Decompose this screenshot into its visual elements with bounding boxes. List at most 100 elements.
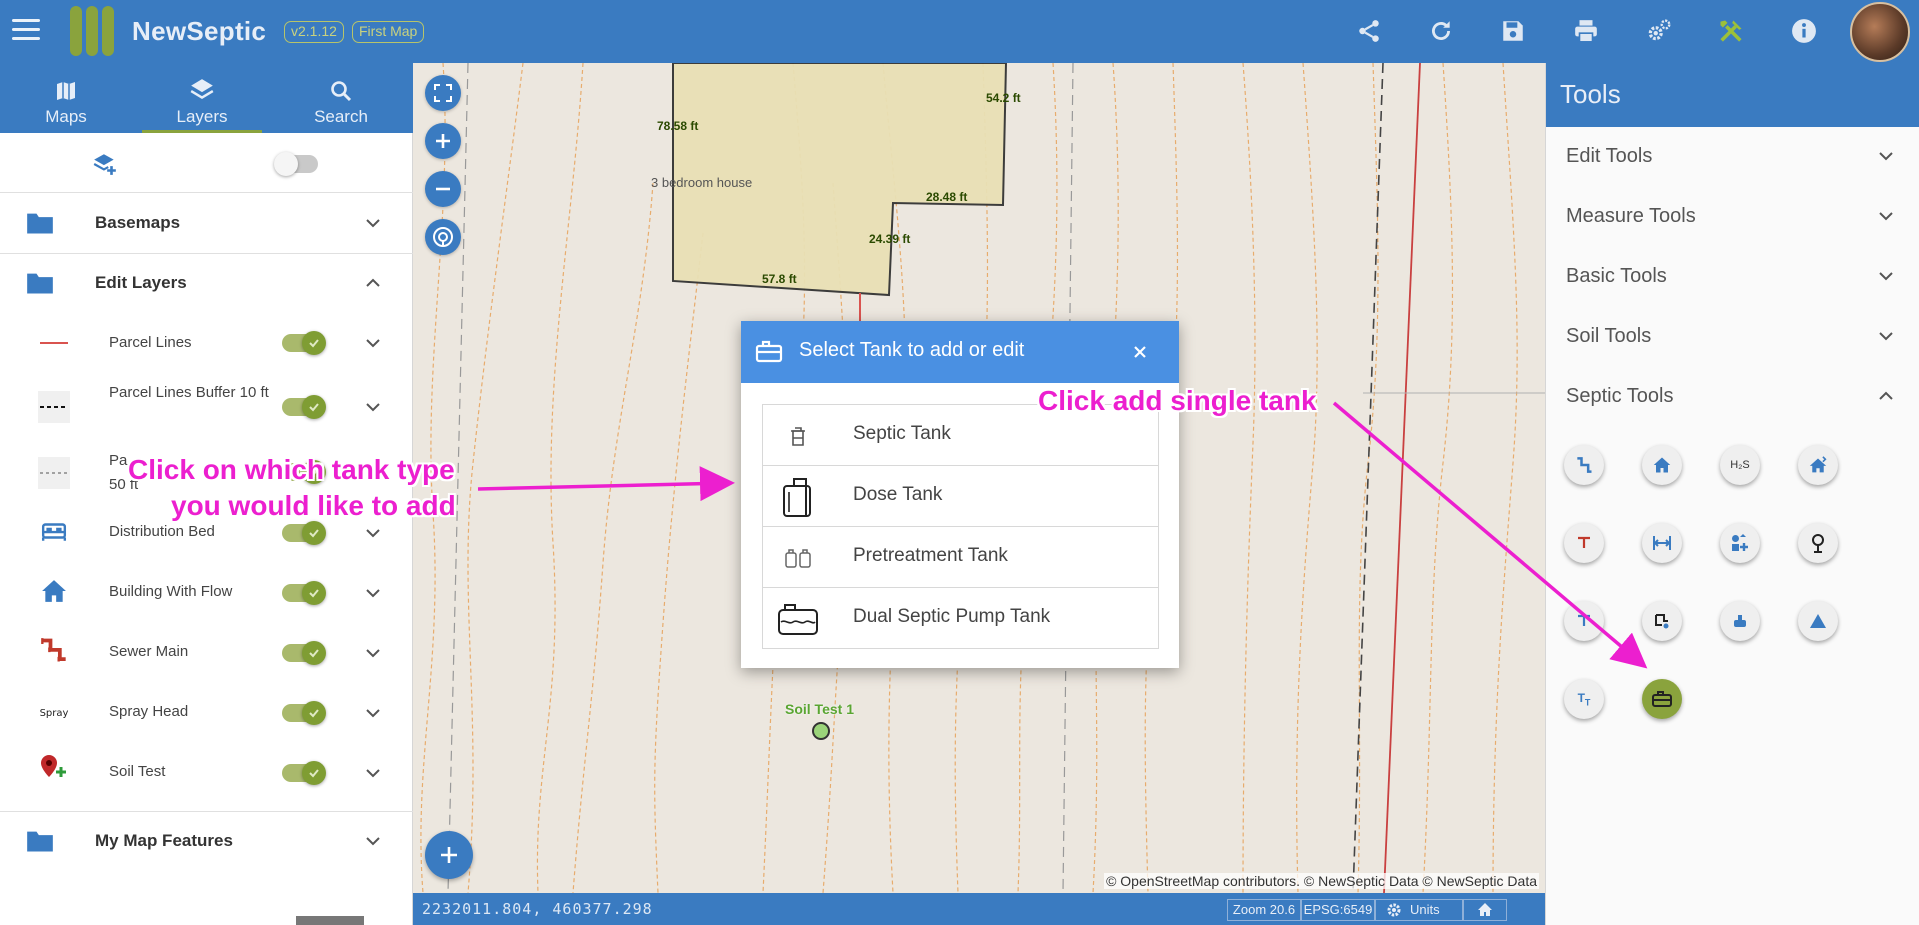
chevron-up-icon[interactable] xyxy=(364,274,382,292)
layer-visibility-toggle[interactable] xyxy=(282,701,326,725)
units-button[interactable]: Units xyxy=(1375,899,1463,921)
dimension-label: 28.48 ft xyxy=(926,190,968,204)
distance-tool-button[interactable] xyxy=(1642,523,1682,563)
tank-riser-icon xyxy=(1734,615,1746,627)
fullscreen-button[interactable] xyxy=(425,75,461,111)
text-size-tool-button[interactable]: TT xyxy=(1564,679,1604,719)
chevron-down-icon[interactable] xyxy=(364,644,382,662)
layer-soil-test: Soil Test xyxy=(0,743,413,803)
scrollbar-thumb[interactable] xyxy=(296,916,364,925)
zoom-out-button[interactable] xyxy=(425,171,461,207)
tank-option-dose[interactable]: Dose Tank xyxy=(763,466,1158,527)
chevron-up-icon xyxy=(1879,391,1893,400)
section-soil-tools[interactable]: Soil Tools xyxy=(1546,307,1919,367)
layer-visibility-toggle[interactable] xyxy=(282,641,326,665)
layer-visibility-toggle[interactable] xyxy=(282,331,326,355)
building-label: 3 bedroom house xyxy=(651,175,753,190)
pump-tool-button[interactable] xyxy=(1798,523,1838,563)
sewer-pipe-tool-button[interactable] xyxy=(1564,445,1604,485)
share-icon[interactable] xyxy=(1353,15,1385,47)
section-basic-tools[interactable]: Basic Tools xyxy=(1546,247,1919,307)
chevron-down-icon[interactable] xyxy=(364,398,382,416)
buffer-line-icon xyxy=(38,457,70,489)
tank-option-dual-septic-pump[interactable]: Dual Septic Pump Tank xyxy=(763,588,1158,648)
settings-icon[interactable] xyxy=(1643,15,1675,47)
group-basemaps[interactable]: Basemaps xyxy=(0,193,413,253)
dual-septic-pump-tank-icon xyxy=(777,598,819,640)
map-name-badge[interactable]: First Map xyxy=(352,21,425,43)
chevron-down-icon[interactable] xyxy=(364,704,382,722)
help-icon[interactable] xyxy=(425,219,461,255)
soil-test-icon xyxy=(38,753,70,785)
chevron-down-icon[interactable] xyxy=(364,334,382,352)
layer-visibility-toggle[interactable] xyxy=(282,521,326,545)
select-tank-dialog: Select Tank to add or edit Septic Tank D… xyxy=(741,321,1179,668)
menu-icon[interactable] xyxy=(12,19,40,43)
tab-maps[interactable]: Maps xyxy=(6,63,126,133)
building-icon xyxy=(1653,457,1671,473)
left-tabs: Maps Layers Search xyxy=(0,63,413,133)
tools-header: Tools xyxy=(1546,63,1919,127)
folder-icon xyxy=(24,207,56,239)
tank-riser-tool-button[interactable] xyxy=(1720,601,1760,641)
chevron-down-icon[interactable] xyxy=(364,214,382,232)
add-feature-button[interactable] xyxy=(425,831,473,879)
layer-visibility-toggle[interactable] xyxy=(282,395,326,419)
house-icon xyxy=(38,575,70,607)
tee-tool-button[interactable] xyxy=(1564,523,1604,563)
section-measure-tools[interactable]: Measure Tools xyxy=(1546,187,1919,247)
section-edit-tools[interactable]: Edit Tools xyxy=(1546,127,1919,187)
chevron-down-icon xyxy=(1879,332,1893,341)
group-edit-layers[interactable]: Edit Layers xyxy=(0,253,413,313)
close-icon xyxy=(1134,346,1146,358)
h2s-tool-button[interactable]: H₂S xyxy=(1720,445,1760,485)
save-icon[interactable] xyxy=(1497,15,1529,47)
layer-parcel-lines: Parcel Lines xyxy=(0,313,413,373)
section-label: Septic Tools xyxy=(1566,385,1674,407)
triangle-icon xyxy=(1810,614,1826,628)
coordinates-readout: 2232011.804, 460377.298 xyxy=(422,900,653,918)
add-layer-icon[interactable] xyxy=(92,151,118,182)
chevron-down-icon[interactable] xyxy=(364,584,382,602)
layer-label: Building With Flow xyxy=(109,583,233,600)
shapes-add-tool-button[interactable] xyxy=(1720,523,1760,563)
avatar[interactable] xyxy=(1850,2,1910,62)
tab-search[interactable]: Search xyxy=(281,63,401,133)
print-icon[interactable] xyxy=(1570,15,1602,47)
pump-vault-tool-button[interactable] xyxy=(1642,601,1682,641)
chevron-down-icon xyxy=(1879,212,1893,221)
flow-tool-button[interactable] xyxy=(1798,445,1838,485)
zoom-in-button[interactable] xyxy=(425,123,461,159)
annotation-text: you would like to add xyxy=(171,490,456,521)
folder-icon xyxy=(24,267,56,299)
tank-option-pretreatment[interactable]: Pretreatment Tank xyxy=(763,527,1158,588)
close-button[interactable] xyxy=(1127,339,1153,365)
triangle-tool-button[interactable] xyxy=(1798,601,1838,641)
tab-layers[interactable]: Layers xyxy=(142,63,262,133)
building-tool-button[interactable] xyxy=(1642,445,1682,485)
info-icon[interactable] xyxy=(1788,15,1820,47)
layer-label: Parcel Lines xyxy=(109,334,192,351)
home-button[interactable] xyxy=(1463,899,1507,921)
group-my-map-features[interactable]: My Map Features xyxy=(0,811,413,871)
section-label: Basic Tools xyxy=(1566,265,1667,287)
section-label: Measure Tools xyxy=(1566,205,1696,227)
search-icon xyxy=(281,63,401,103)
tee-alt-tool-button[interactable] xyxy=(1564,601,1604,641)
chevron-down-icon[interactable] xyxy=(364,832,382,850)
all-layers-toggle[interactable] xyxy=(274,152,318,176)
h2s-icon: H₂S xyxy=(1730,459,1750,471)
map-icon xyxy=(6,63,126,103)
layer-visibility-toggle[interactable] xyxy=(282,581,326,605)
chevron-down-icon[interactable] xyxy=(364,524,382,542)
chevron-down-icon[interactable] xyxy=(364,764,382,782)
refresh-icon[interactable] xyxy=(1425,15,1457,47)
section-septic-tools[interactable]: Septic Tools xyxy=(1546,367,1919,427)
spray-head-icon: Spray xyxy=(39,707,69,719)
tools-icon[interactable] xyxy=(1715,15,1747,47)
add-single-tank-button[interactable] xyxy=(1642,679,1682,719)
layer-visibility-toggle[interactable] xyxy=(282,761,326,785)
tank-option-label: Dose Tank xyxy=(853,484,943,505)
tab-maps-label: Maps xyxy=(45,107,87,126)
pretreatment-tank-icon xyxy=(777,537,819,579)
